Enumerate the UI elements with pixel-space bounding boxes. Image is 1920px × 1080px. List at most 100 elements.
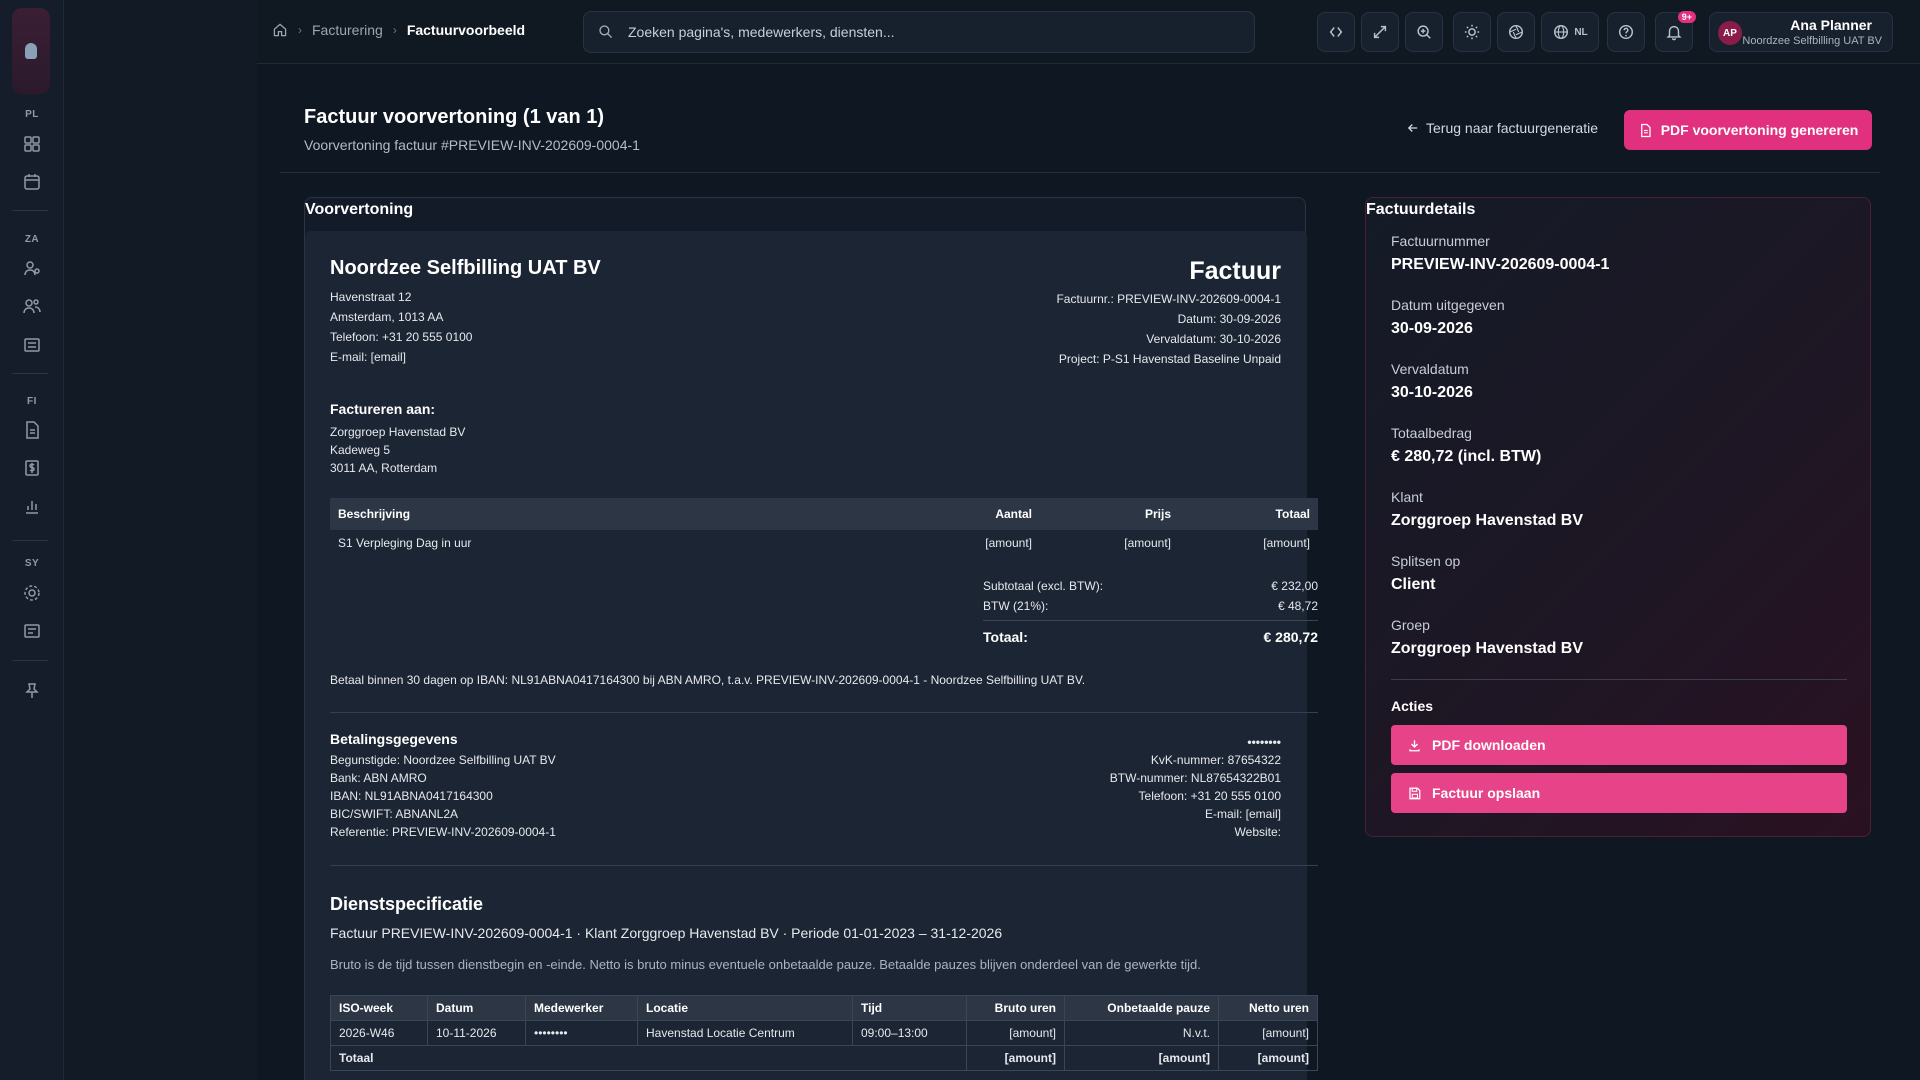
money-icon[interactable] [22, 458, 42, 478]
detail-value: Zorggroep Havenstad BV [1391, 512, 1584, 529]
bill-to-heading: Factureren aan: [330, 401, 436, 417]
zoom-in-icon [1417, 25, 1431, 39]
detail-issue-date: Datum uitgegeven 30-09-2026 [1391, 297, 1505, 338]
address-email: E-mail: [email] [330, 350, 407, 364]
theme-toggle-button[interactable] [1453, 12, 1491, 52]
user-name: Ana Planner [1790, 17, 1872, 33]
save-invoice-button[interactable]: Factuur opslaan [1391, 773, 1847, 813]
breadcrumb: › Facturering › Factuurvoorbeeld [272, 22, 525, 38]
bill-to-line: Zorggroep Havenstad BV [330, 425, 466, 439]
invoice-meta: Factuurnr.: PREVIEW-INV-202609-0004-1 Da… [1056, 289, 1281, 369]
document-icon[interactable] [22, 420, 42, 440]
payment-line: IBAN: NL91ABNA0417164300 [330, 789, 493, 803]
payment-line: E-mail: [email] [1204, 807, 1281, 821]
table-total-row: Totaal [amount] [amount] [amount] [330, 1045, 1318, 1071]
table-header-row: ISO-week Datum Medewerker Locatie Tijd B… [330, 995, 1318, 1021]
payment-line: Telefoon: +31 20 555 0100 [1138, 789, 1281, 803]
generate-pdf-preview-button[interactable]: PDF voorvertoning genereren [1624, 110, 1872, 150]
chart-icon[interactable] [22, 496, 42, 516]
pin-icon[interactable] [22, 681, 42, 701]
user-settings-icon[interactable] [22, 258, 42, 278]
detail-split-by: Splitsen op Client [1391, 553, 1460, 594]
collapse-button[interactable] [1317, 12, 1355, 52]
service-spec-heading: Dienstspecificatie [330, 894, 484, 914]
total-value: € 280,72 [1263, 629, 1319, 645]
total-label: Totaal: [983, 629, 1028, 645]
detail-value: Zorggroep Havenstad BV [1391, 640, 1584, 657]
section-label-za: ZA [24, 234, 40, 245]
column-header: Medewerker [525, 995, 638, 1021]
invoice-totals: Subtotaal (excl. BTW): € 232,00 BTW (21%)… [983, 576, 1318, 647]
search-icon [599, 25, 613, 39]
fullscreen-button[interactable] [1361, 12, 1399, 52]
payment-details-left: Begunstigde: Noordzee Selfbilling UAT BV… [330, 751, 556, 841]
users-icon[interactable] [22, 296, 42, 316]
section-label-fi: FI [27, 396, 37, 407]
payment-line: Bank: ABN AMRO [330, 771, 427, 785]
service-spec-subtitle: Factuur PREVIEW-INV-202609-0004-1 · Klan… [330, 925, 1003, 941]
invoice-heading: Factuur [1189, 257, 1281, 285]
table-header-row: Beschrijving Aantal Prijs Totaal [330, 498, 1318, 530]
zoom-button[interactable] [1405, 12, 1443, 52]
building-icon[interactable] [22, 334, 42, 354]
table-cell: N.v.t. [1064, 1020, 1219, 1046]
receipt-icon[interactable] [22, 621, 42, 641]
section-label-pl: PL [25, 109, 39, 120]
breadcrumb-current: Factuurvoorbeeld [406, 22, 526, 38]
table-cell: [amount] [1064, 1045, 1219, 1071]
arrow-left-icon [1407, 124, 1418, 132]
notifications-button[interactable]: 9+ [1655, 11, 1696, 52]
search-input[interactable]: Zoeken pagina's, medewerkers, diensten..… [583, 11, 1255, 53]
help-button[interactable] [1607, 12, 1645, 52]
detail-label: Splitsen op [1391, 553, 1461, 569]
avatar: AP [1718, 21, 1742, 45]
payment-details-right: •••••••• KvK-nummer: 87654322 BTW-nummer… [1110, 733, 1281, 841]
column-header: Aantal [890, 498, 1040, 530]
payment-line: BIC/SWIFT: ABNANL2A [330, 807, 459, 821]
address-phone: Telefoon: +31 20 555 0100 [330, 330, 473, 344]
bill-to-line: 3011 AA, Rotterdam [330, 461, 438, 475]
aperture-icon [1508, 24, 1524, 40]
table-cell: [amount] [1263, 536, 1310, 550]
payment-heading: Betalingsgegevens [330, 731, 458, 747]
detail-due-date: Vervaldatum 30-10-2026 [1391, 361, 1473, 402]
help-icon [1618, 24, 1634, 40]
invoice-due-date: Vervaldatum: 30-10-2026 [1146, 332, 1281, 346]
detail-value: € 280,72 (incl. BTW) [1391, 448, 1542, 465]
chevron-right-icon: › [392, 23, 397, 37]
app-logo[interactable] [12, 8, 50, 94]
detail-label: Groep [1391, 617, 1430, 633]
actions-heading: Acties [1391, 698, 1434, 714]
details-heading: Factuurdetails [1366, 201, 1476, 218]
preview-panel: Voorvertoning Noordzee Selfbilling UAT B… [304, 197, 1318, 1080]
dashboard-icon[interactable] [22, 134, 42, 154]
service-spec-note: Bruto is de tijd tussen dienstbegin en -… [330, 957, 1201, 972]
user-org: Noordzee Selfbilling UAT BV [1742, 35, 1882, 47]
column-header: Prijs [1040, 498, 1179, 530]
back-link[interactable]: Terug naar factuurgeneratie [1406, 120, 1598, 136]
vat-label: BTW (21%): [983, 599, 1049, 613]
left-rail: PL ZA FI SY [0, 0, 64, 1080]
chevron-right-icon: › [298, 23, 302, 37]
table-cell: [amount] [1218, 1020, 1318, 1046]
breadcrumb-billing[interactable]: Facturering [312, 22, 383, 38]
calendar-icon[interactable] [22, 172, 42, 192]
download-pdf-button[interactable]: PDF downloaden [1391, 725, 1847, 765]
detail-label: Totaalbedrag [1391, 425, 1472, 441]
divider [1391, 679, 1847, 680]
detail-value: Client [1391, 576, 1436, 593]
invoice-details-card: Factuurdetails Factuurnummer PREVIEW-INV… [1365, 197, 1871, 837]
masked-value: •••••••• [1247, 735, 1281, 749]
user-menu[interactable]: AP Ana Planner Noordzee Selfbilling UAT … [1709, 12, 1893, 52]
payment-line: KvK-nummer: 87654322 [1150, 753, 1281, 767]
home-icon[interactable] [272, 22, 288, 38]
language-button[interactable]: NL [1541, 12, 1599, 52]
table-cell: [amount] [966, 1020, 1065, 1046]
column-header: Bruto uren [966, 995, 1065, 1021]
aperture-button[interactable] [1497, 12, 1535, 52]
gear-icon[interactable] [22, 583, 42, 603]
secondary-sidebar [64, 0, 257, 1080]
bell-icon [1666, 25, 1682, 41]
invoice-items-table: Beschrijving Aantal Prijs Totaal S1 Verp… [330, 498, 1318, 556]
notification-badge: 9+ [1677, 11, 1696, 23]
